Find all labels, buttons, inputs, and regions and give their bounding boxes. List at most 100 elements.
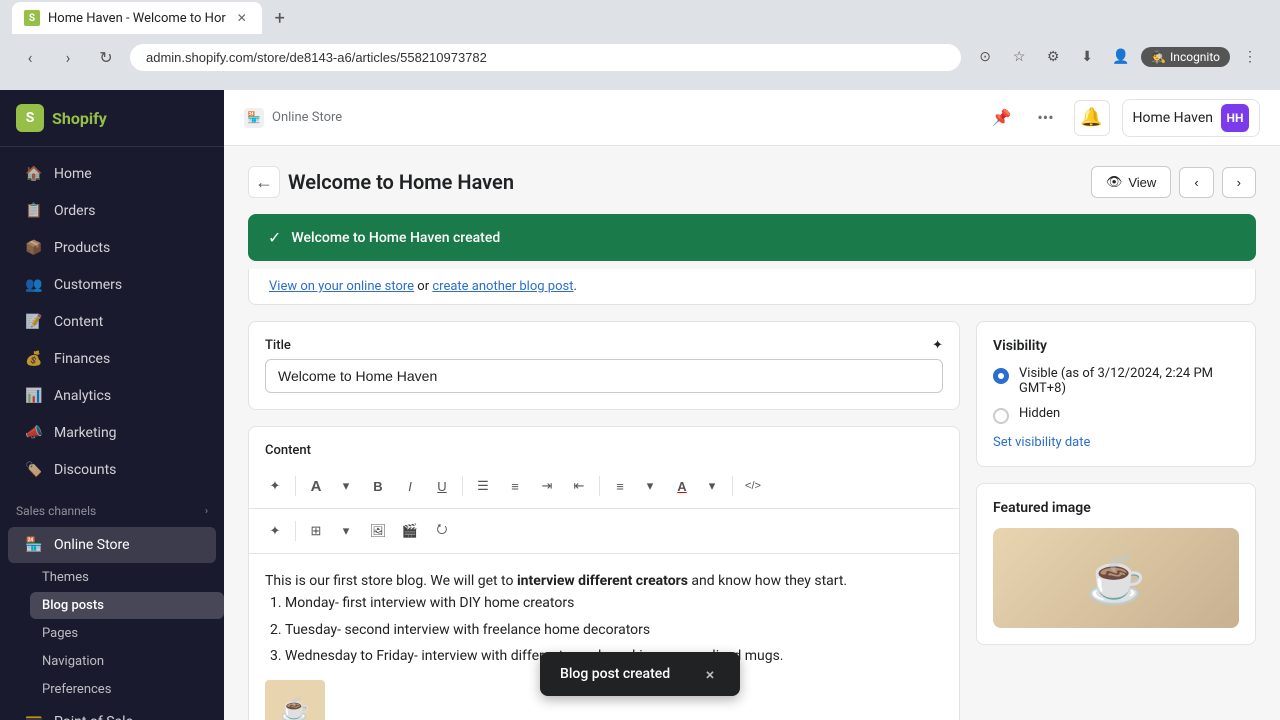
toast-container: Blog post created × — [540, 652, 740, 696]
list-item: Monday- first interview with DIY home cr… — [285, 592, 943, 614]
sidebar-item-marketing[interactable]: 📣 Marketing — [8, 415, 216, 451]
align-btn[interactable]: ≡ — [606, 472, 634, 500]
sidebar-item-pages[interactable]: Pages — [30, 620, 224, 647]
underline-btn[interactable]: U — [428, 472, 456, 500]
video-btn[interactable]: 🎬 — [396, 517, 424, 545]
orders-icon: 📋 — [24, 201, 44, 221]
tab-close-btn[interactable]: ✕ — [234, 10, 250, 26]
outdent-btn[interactable]: ⇤ — [565, 472, 593, 500]
sidebar-item-navigation[interactable]: Navigation — [30, 648, 224, 675]
user-profile-button[interactable]: Home Haven HH — [1122, 99, 1261, 137]
download-icon[interactable]: ⬇ — [1073, 43, 1101, 71]
back-button[interactable]: ← — [248, 166, 280, 198]
ai-toolbar-btn[interactable]: ✦ — [261, 472, 289, 500]
embed-btn[interactable]: ⭮ — [428, 517, 456, 545]
editor-toolbar-1: ✦ A ▾ B I U ☰ ≡ ⇥ — [249, 464, 959, 509]
hidden-option[interactable]: Hidden — [993, 406, 1239, 424]
title-card-section: Title ✦ — [249, 322, 959, 409]
visible-label: Visible (as of 3/12/2024, 2:24 PM GMT+8) — [1019, 366, 1239, 396]
page-actions: 👁 View ‹ › — [1091, 166, 1256, 198]
shopify-logo[interactable]: S Shopify — [16, 104, 107, 132]
sidebar-item-content[interactable]: 📝 Content — [8, 304, 216, 340]
view-store-link[interactable]: View on your online store — [269, 279, 414, 294]
color-group: A ▾ — [668, 472, 726, 500]
sidebar-item-products[interactable]: 📦 Products — [8, 230, 216, 266]
notification-button[interactable]: 🔔 — [1074, 100, 1110, 136]
address-bar: ‹ › ↻ ⊙ ☆ ⚙ ⬇ 👤 🕵 Incognito ⋮ — [0, 36, 1280, 78]
thumbnail-image: ☕ — [265, 680, 325, 720]
page-header-left: ← Welcome to Home Haven — [248, 166, 514, 198]
next-nav-button[interactable]: › — [1222, 167, 1256, 198]
sidebar-item-analytics[interactable]: 📊 Analytics — [8, 378, 216, 414]
visible-option[interactable]: Visible (as of 3/12/2024, 2:24 PM GMT+8) — [993, 366, 1239, 396]
create-post-link[interactable]: create another blog post — [432, 279, 573, 294]
set-visibility-date-link[interactable]: Set visibility date — [993, 435, 1090, 450]
sidebar-item-orders[interactable]: 📋 Orders — [8, 193, 216, 229]
cast-icon[interactable]: ⊙ — [971, 43, 999, 71]
indent-btn[interactable]: ⇥ — [533, 472, 561, 500]
topbar: 🏪 Online Store 📌 ••• 🔔 Home Haven HH — [224, 90, 1280, 146]
image-btn[interactable]: 🖼 — [364, 517, 392, 545]
visibility-title: Visibility — [993, 338, 1239, 354]
sidebar-item-themes[interactable]: Themes — [30, 564, 224, 591]
text-color-btn[interactable]: A — [668, 472, 696, 500]
code-view-btn[interactable]: </> — [739, 472, 767, 500]
magic-format-btn[interactable]: ✦ — [261, 517, 289, 545]
ai-icon: ✦ — [932, 338, 943, 353]
topbar-actions: 📌 ••• 🔔 Home Haven HH — [986, 99, 1261, 137]
sidebar-item-finances[interactable]: 💰 Finances — [8, 341, 216, 377]
prev-nav-button[interactable]: ‹ — [1179, 167, 1213, 198]
analytics-icon: 📊 — [24, 386, 44, 406]
page-content: ← Welcome to Home Haven 👁 View ‹ › ✓ Wel… — [224, 146, 1280, 720]
font-group: A ▾ — [302, 472, 360, 500]
profile-icon[interactable]: 👤 — [1107, 43, 1135, 71]
table-dropdown-btn[interactable]: ▾ — [332, 517, 360, 545]
visible-radio[interactable] — [993, 368, 1009, 384]
hidden-radio[interactable] — [993, 408, 1009, 424]
sidebar-item-online-store[interactable]: 🏪 Online Store — [8, 527, 216, 563]
bullet-list-btn[interactable]: ☰ — [469, 472, 497, 500]
extensions-icon[interactable]: ⚙ — [1039, 43, 1067, 71]
view-button[interactable]: 👁 View — [1091, 166, 1171, 198]
sidebar-item-home[interactable]: 🏠 Home — [8, 156, 216, 192]
sidebar-item-point-of-sale[interactable]: 💳 Point of Sale — [8, 704, 216, 720]
sidebar-item-blog-posts[interactable]: Blog posts — [30, 592, 224, 619]
title-input[interactable] — [265, 359, 943, 393]
sales-channels-header: Sales channels › — [0, 496, 224, 526]
toolbar-sep-5 — [295, 521, 296, 541]
success-banner: ✓ Welcome to Home Haven created — [248, 214, 1256, 261]
browser-refresh-btn[interactable]: ↻ — [92, 43, 120, 71]
sidebar: S Shopify 🏠 Home 📋 Orders 📦 Products 👥 C… — [0, 90, 224, 720]
toolbar-sep-3 — [599, 476, 600, 496]
bold-btn[interactable]: B — [364, 472, 392, 500]
pin-button[interactable]: 📌 — [986, 102, 1018, 134]
browser-forward-btn[interactable]: › — [54, 43, 82, 71]
page-header: ← Welcome to Home Haven 👁 View ‹ › — [248, 166, 1256, 198]
sidebar-nav: 🏠 Home 📋 Orders 📦 Products 👥 Customers 📝… — [0, 147, 224, 720]
sidebar-item-discounts[interactable]: 🏷️ Discounts — [8, 452, 216, 488]
sales-channels-chevron: › — [205, 506, 208, 517]
color-dropdown-btn[interactable]: ▾ — [698, 472, 726, 500]
align-dropdown-btn[interactable]: ▾ — [636, 472, 664, 500]
font-dropdown-btn[interactable]: ▾ — [332, 472, 360, 500]
sidebar-item-customers[interactable]: 👥 Customers — [8, 267, 216, 303]
tab-favicon: S — [24, 10, 40, 26]
featured-image-preview[interactable]: ☕ — [993, 528, 1239, 628]
browser-chrome: S Home Haven - Welcome to Hor ✕ + ‹ › ↻ … — [0, 0, 1280, 90]
toast-close-button[interactable]: × — [700, 664, 720, 684]
new-tab-button[interactable]: + — [266, 4, 294, 32]
content-grid: Title ✦ Content — [248, 321, 1256, 720]
more-options-button[interactable]: ••• — [1030, 102, 1062, 134]
number-list-btn[interactable]: ≡ — [501, 472, 529, 500]
browser-menu-btn[interactable]: ⋮ — [1236, 43, 1264, 71]
url-bar[interactable] — [130, 44, 961, 71]
sidebar-item-preferences[interactable]: Preferences — [30, 676, 224, 703]
table-btn[interactable]: ⊞ — [302, 517, 330, 545]
bookmark-icon[interactable]: ☆ — [1005, 43, 1033, 71]
font-size-btn[interactable]: A — [302, 472, 330, 500]
browser-tab[interactable]: S Home Haven - Welcome to Hor ✕ — [12, 2, 262, 34]
align-group: ≡ ▾ — [606, 472, 664, 500]
main-content: 🏪 Online Store 📌 ••• 🔔 Home Haven HH — [224, 90, 1280, 720]
browser-back-btn[interactable]: ‹ — [16, 43, 44, 71]
italic-btn[interactable]: I — [396, 472, 424, 500]
